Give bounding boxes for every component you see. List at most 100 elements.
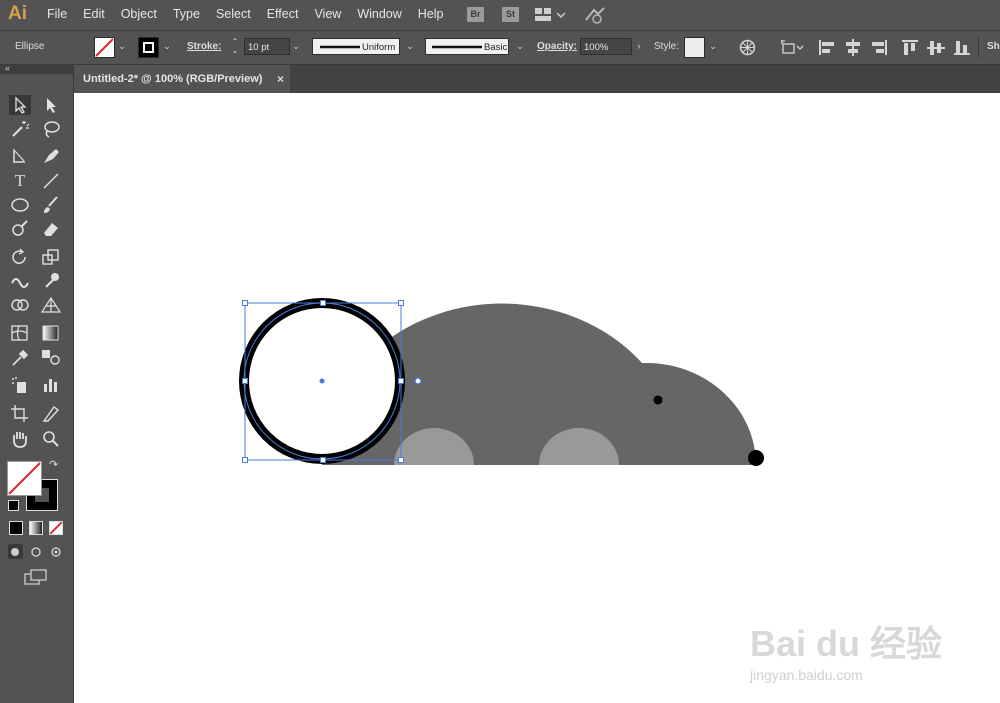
stroke-swatch[interactable] (138, 37, 159, 58)
menu-effect[interactable]: Effect (267, 7, 299, 21)
handle-top-center (320, 300, 326, 306)
control-bar: Ellipse ⌄ ⌄ Stroke: ⌃ ⌄ 10 pt ⌄ Uniform ⌄… (0, 31, 1000, 65)
gpu-performance-icon[interactable] (584, 6, 606, 29)
ellipse-tool-icon[interactable] (9, 195, 31, 215)
document-tab[interactable]: Untitled-2* @ 100% (RGB/Preview) × (74, 65, 290, 93)
perspective-grid-tool-icon[interactable] (40, 295, 62, 315)
hand-tool-icon[interactable] (9, 429, 31, 449)
nose-dot (748, 450, 764, 466)
curvature-tool-icon[interactable] (9, 146, 31, 166)
align-top-icon[interactable] (901, 39, 919, 61)
control-bar-divider (978, 37, 979, 58)
menu-select[interactable]: Select (216, 7, 251, 21)
eyedropper-tool-icon[interactable] (9, 347, 31, 367)
direct-selection-tool-icon[interactable] (40, 95, 62, 115)
document-tab-bar: Untitled-2* @ 100% (RGB/Preview) × (74, 65, 1000, 93)
brush-dropdown-icon[interactable]: ⌄ (513, 37, 527, 56)
artboard-canvas[interactable]: Bai du 经验 jingyan.baidu.com (74, 93, 1000, 703)
center-point (319, 378, 325, 384)
draw-inside-icon[interactable] (49, 544, 64, 559)
selection-tool-icon[interactable] (9, 95, 31, 115)
app-logo: Ai (8, 3, 27, 24)
menu-edit[interactable]: Edit (83, 7, 105, 21)
gradient-mode-icon[interactable] (29, 521, 43, 535)
menu-file[interactable]: File (47, 7, 67, 21)
swap-fill-stroke-icon[interactable]: ↷ (49, 458, 58, 471)
align-bottom-icon[interactable] (953, 39, 971, 61)
paintbrush-tool-icon[interactable] (40, 195, 62, 215)
opacity-label[interactable]: Opacity: (537, 41, 577, 52)
artboard-tool-icon[interactable] (9, 403, 31, 423)
mesh-tool-icon[interactable] (9, 323, 31, 343)
type-tool-icon[interactable]: T (9, 171, 31, 191)
column-graph-tool-icon[interactable] (40, 375, 62, 395)
variable-width-profile[interactable]: Uniform (312, 38, 400, 55)
menu-view[interactable]: View (314, 7, 341, 21)
fill-swatch[interactable] (94, 37, 115, 58)
blend-tool-icon[interactable] (40, 347, 62, 367)
stroke-weight-dropdown-icon[interactable]: ⌄ (289, 37, 303, 56)
graphic-style-swatch[interactable] (684, 37, 705, 58)
shape-overflow-label[interactable]: Sh (987, 41, 1000, 52)
align-right-icon[interactable] (870, 39, 888, 61)
brush-label: Basic (484, 42, 508, 53)
none-mode-icon[interactable] (49, 521, 63, 535)
draw-behind-icon[interactable] (29, 544, 44, 559)
align-left-icon[interactable] (818, 39, 836, 61)
recolor-artwork-icon[interactable] (739, 39, 756, 61)
profile-label: Uniform (362, 42, 396, 53)
handle-middle-left (242, 378, 248, 384)
color-mode-icon[interactable] (9, 521, 23, 535)
default-fill-stroke-icon[interactable] (8, 500, 19, 511)
screen-mode-icon[interactable] (24, 569, 48, 592)
brush-definition[interactable]: Basic (425, 38, 509, 55)
draw-normal-icon[interactable] (8, 544, 23, 559)
menu-object[interactable]: Object (121, 7, 157, 21)
rotate-tool-icon[interactable] (9, 247, 31, 267)
stock-icon[interactable]: St (502, 7, 519, 22)
head-shape (636, 363, 756, 465)
profile-dropdown-icon[interactable]: ⌄ (403, 37, 417, 56)
collapse-panel-icon[interactable]: « (5, 63, 10, 73)
width-tool-icon[interactable] (9, 271, 31, 291)
align-horizontal-center-icon[interactable] (844, 39, 862, 61)
menu-type[interactable]: Type (173, 7, 200, 21)
eye-dot (653, 395, 663, 405)
close-tab-icon[interactable]: × (277, 65, 284, 93)
gradient-tool-icon[interactable] (40, 323, 62, 343)
style-dropdown-icon[interactable]: ⌄ (706, 37, 720, 56)
slice-tool-icon[interactable] (40, 403, 62, 423)
handle-top-left (242, 300, 248, 306)
magic-wand-tool-icon[interactable] (9, 119, 31, 139)
shape-builder-tool-icon[interactable] (9, 295, 31, 315)
handle-bottom-left (242, 457, 248, 463)
fill-dropdown-icon[interactable]: ⌄ (115, 37, 129, 56)
align-vertical-center-icon[interactable] (927, 39, 945, 61)
artwork (239, 298, 764, 466)
symbol-sprayer-tool-icon[interactable] (9, 375, 31, 395)
scale-tool-icon[interactable] (40, 247, 62, 267)
watermark-brand: Bai du 经验 (749, 623, 942, 664)
stroke-dropdown-icon[interactable]: ⌄ (160, 37, 174, 56)
align-to-selection-icon[interactable] (780, 39, 806, 61)
zoom-tool-icon[interactable] (40, 429, 62, 449)
bridge-icon[interactable]: Br (467, 7, 484, 22)
menu-help[interactable]: Help (418, 7, 444, 21)
lasso-tool-icon[interactable] (40, 119, 62, 139)
pen-tool-icon[interactable] (40, 146, 62, 166)
opacity-arrow-icon[interactable]: › (632, 37, 646, 56)
eraser-tool-icon[interactable] (40, 219, 62, 239)
puppet-warp-tool-icon[interactable] (40, 271, 62, 291)
line-segment-tool-icon[interactable] (40, 171, 62, 191)
menu-window[interactable]: Window (357, 7, 401, 21)
workspace-switcher-icon[interactable] (535, 7, 567, 28)
handle-bottom-right (398, 457, 404, 463)
fill-color-box[interactable] (7, 461, 42, 496)
tools-panel-header: « (0, 63, 73, 74)
opacity-field[interactable]: 100% (580, 38, 632, 55)
stroke-stepper-icon[interactable]: ⌃ ⌄ (228, 37, 242, 56)
handle-middle-right (398, 378, 404, 384)
stroke-label[interactable]: Stroke: (187, 41, 221, 52)
stroke-weight-field[interactable]: 10 pt (244, 38, 290, 55)
shaper-tool-icon[interactable] (9, 219, 31, 239)
